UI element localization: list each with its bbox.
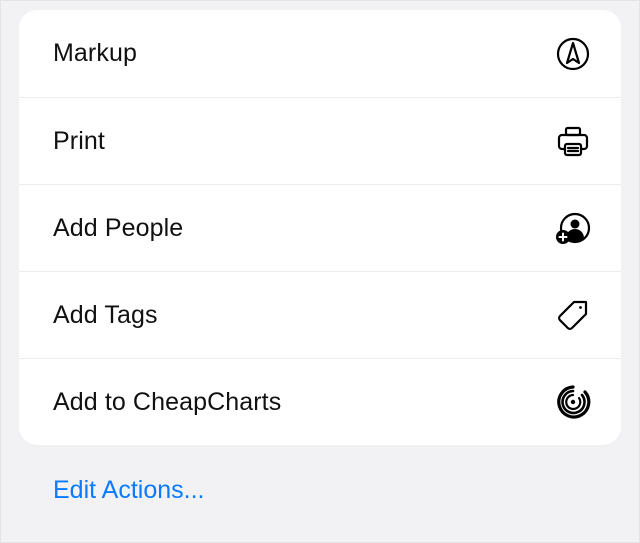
print-icon (553, 121, 593, 161)
markup-icon (553, 34, 593, 74)
row-add-cheapcharts[interactable]: Add to CheapCharts (19, 358, 621, 445)
tag-icon (553, 295, 593, 335)
add-people-icon (553, 208, 593, 248)
row-print[interactable]: Print (19, 97, 621, 184)
row-label: Add to CheapCharts (53, 388, 281, 417)
row-label: Markup (53, 39, 137, 68)
action-sheet: Markup Print Add People (19, 10, 621, 445)
row-add-people[interactable]: Add People (19, 184, 621, 271)
row-label: Print (53, 127, 105, 156)
row-markup[interactable]: Markup (19, 10, 621, 97)
row-label: Add People (53, 214, 183, 243)
edit-actions-link[interactable]: Edit Actions... (53, 476, 204, 505)
cheapcharts-icon (553, 382, 593, 422)
row-add-tags[interactable]: Add Tags (19, 271, 621, 358)
row-label: Add Tags (53, 301, 158, 330)
